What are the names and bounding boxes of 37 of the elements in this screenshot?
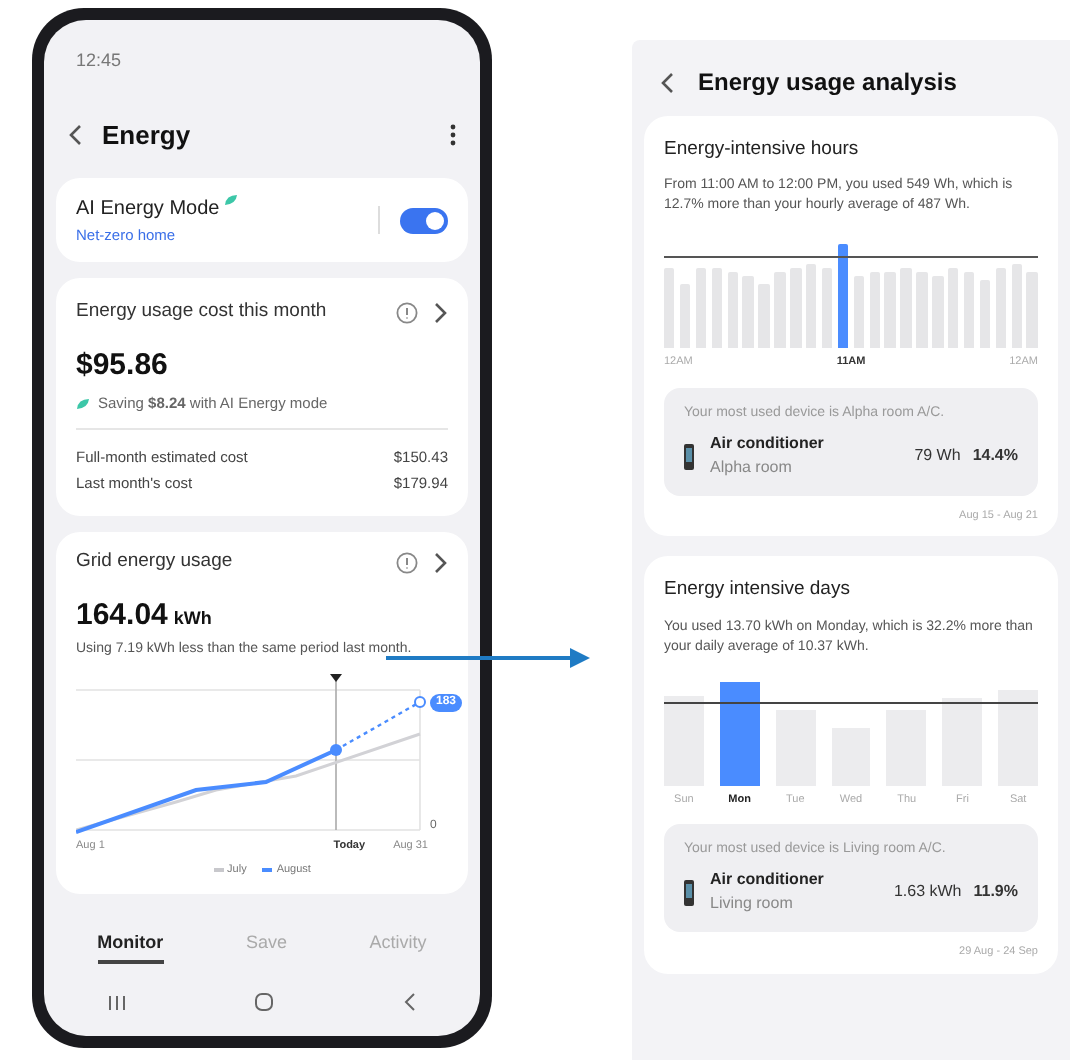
chevron-right-icon[interactable] [434,551,448,574]
back-icon[interactable] [68,123,82,146]
device-room: Alpha room [710,456,794,480]
air-conditioner-icon [684,443,694,469]
panel-title: Energy usage analysis [698,66,957,100]
usage-value: 164.04 [76,595,168,635]
card-title: Energy-intensive hours [664,136,861,164]
device-share: 11.9% [973,880,1018,905]
toggle-switch[interactable] [400,207,448,234]
home-icon[interactable] [254,992,275,1012]
card-title: Energy intensive days [664,576,852,605]
back-icon[interactable] [660,71,674,93]
ai-mode-label: AI Energy Mode [76,196,220,224]
card-title: Energy usage cost this month [76,298,327,327]
info-icon[interactable] [396,551,418,574]
leaf-icon [76,397,90,410]
leaf-icon [223,194,238,206]
card-title: Grid energy usage [76,548,233,577]
device-share: 14.4% [972,444,1018,468]
forecast-point [414,696,426,708]
usage-unit: kWh [173,605,212,631]
more-options-icon[interactable] [450,123,456,146]
status-time: 12:45 [74,48,124,74]
air-conditioner-icon [684,879,694,906]
recent-apps-icon[interactable] [108,993,127,1011]
page-title: Energy [102,117,191,154]
today-point [330,744,342,756]
device-name: Air conditioner [710,868,824,893]
device-usage: 1.63 kWh [893,880,962,905]
info-icon[interactable] [396,301,418,324]
device-usage: 79 Wh [914,444,961,468]
chevron-right-icon[interactable] [434,301,448,324]
back-icon[interactable] [403,992,416,1012]
device-name: Air conditioner [710,432,824,456]
tab[interactable]: Monitor [97,929,164,964]
device-room: Living room [710,892,795,917]
cost-amount: $95.86 [76,345,170,385]
